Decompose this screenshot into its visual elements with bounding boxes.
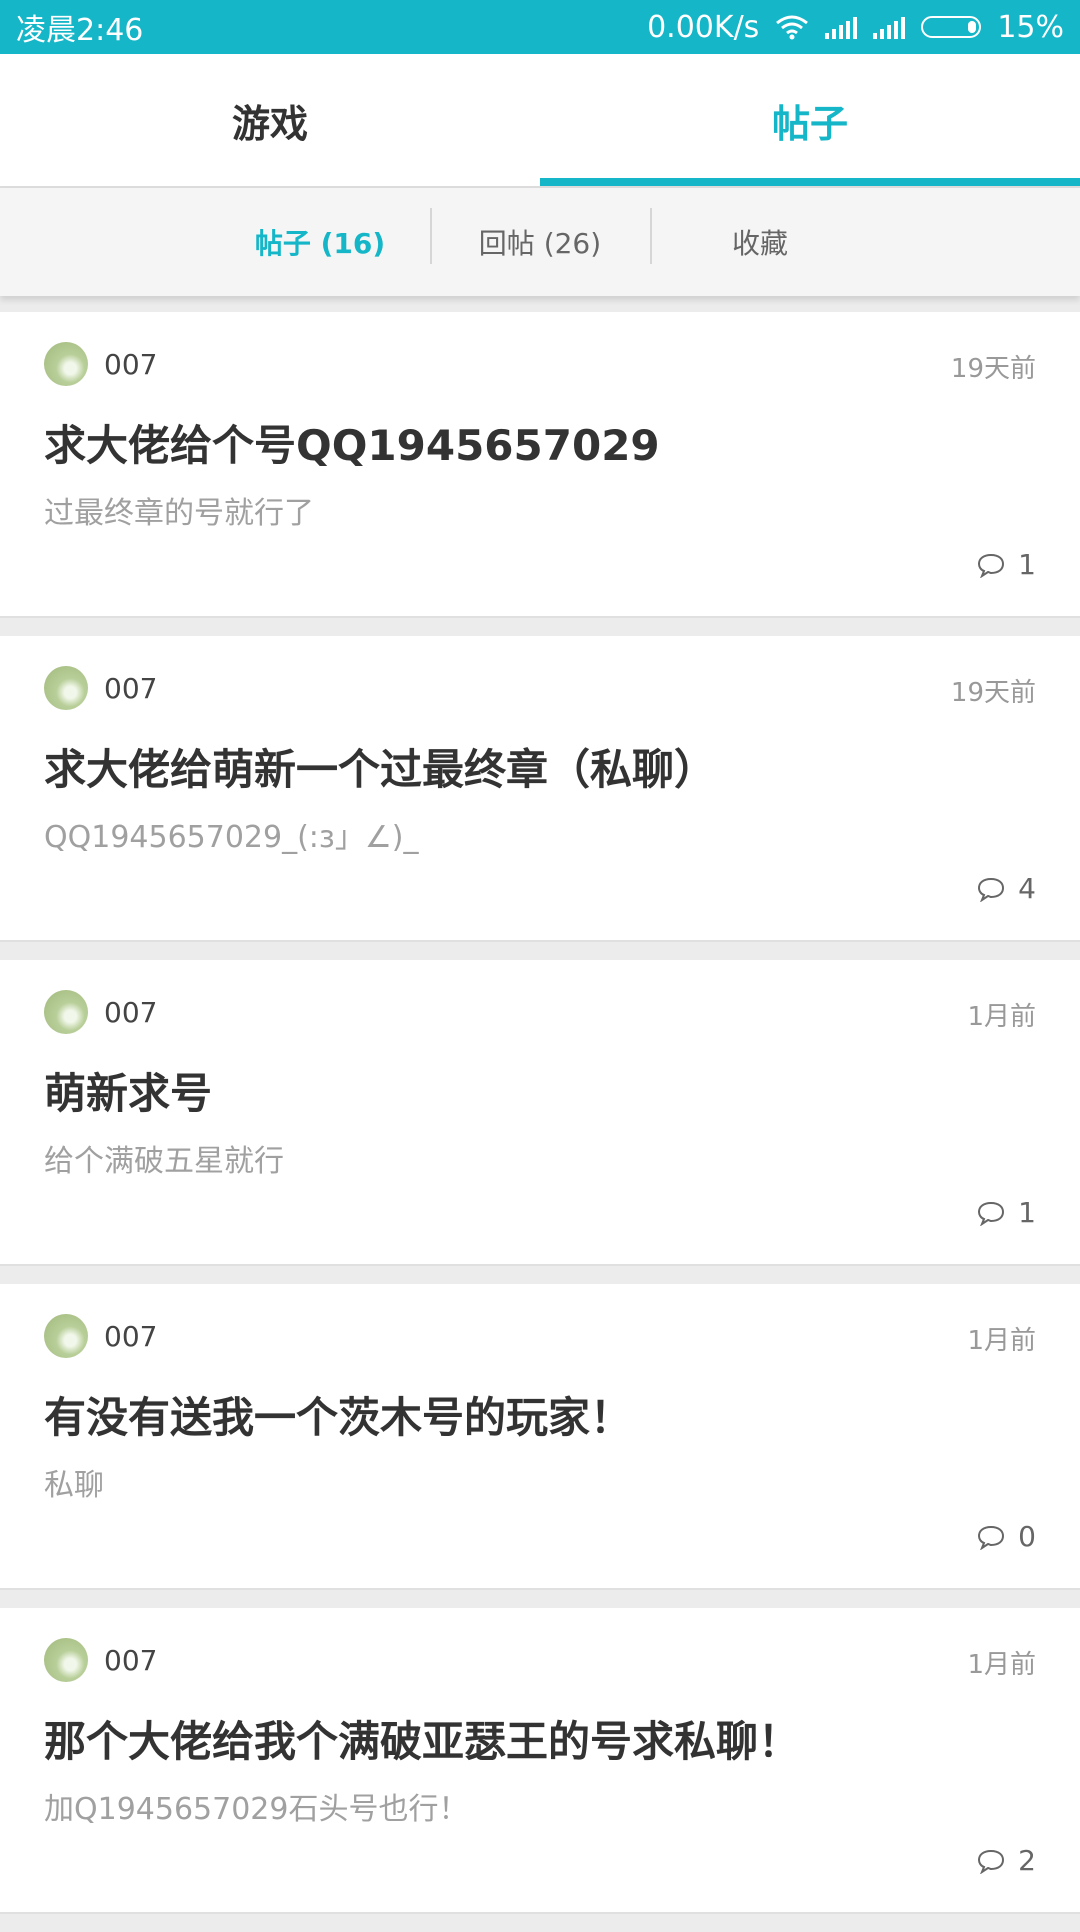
post-author: 007	[104, 672, 158, 705]
post-item[interactable]: 007 1月前 萌新求号 给个满破五星就行 1	[0, 960, 1080, 1266]
post-item[interactable]: 007 1月前 那个大佬给我个满破亚瑟王的号求私聊！ 加Q1945657029石…	[0, 1608, 1080, 1914]
post-excerpt: 私聊	[44, 1468, 104, 1503]
avatar[interactable]	[44, 1314, 88, 1358]
avatar[interactable]	[44, 342, 88, 386]
avatar[interactable]	[44, 666, 88, 710]
status-time: 凌晨2:46	[16, 13, 144, 48]
status-bar: 凌晨2:46 0.00K/s 15%	[0, 0, 1080, 54]
post-list: 007 19天前 求大佬给个号QQ1945657029 过最终章的号就行了 1 …	[0, 312, 1080, 1932]
subtab-posts[interactable]: 帖子 (16)	[210, 222, 430, 262]
post-item[interactable]: 007 19天前 求大佬给个号QQ1945657029 过最终章的号就行了 1	[0, 312, 1080, 618]
post-time: 1月前	[967, 1002, 1036, 1032]
post-author: 007	[104, 348, 158, 381]
comment-icon	[978, 1201, 1005, 1226]
post-item[interactable]: 007 19天前 求大佬给萌新一个过最终章（私聊） QQ1945657029_(…	[0, 636, 1080, 942]
post-excerpt: QQ1945657029_(:з」∠)_	[44, 820, 419, 855]
wifi-icon	[776, 15, 809, 40]
post-author: 007	[104, 1644, 158, 1677]
post-time: 1月前	[967, 1326, 1036, 1356]
post-time: 19天前	[950, 678, 1036, 708]
comment-icon	[978, 1849, 1005, 1874]
post-excerpt: 过最终章的号就行了	[44, 496, 314, 531]
post-title: 有没有送我一个茨木号的玩家！	[44, 1393, 633, 1442]
comment-count: 4	[976, 872, 1036, 905]
status-indicators: 0.00K/s 15%	[647, 10, 1064, 45]
post-title: 求大佬给个号QQ1945657029	[44, 421, 660, 470]
post-excerpt: 给个满破五星就行	[44, 1144, 284, 1179]
comment-icon	[978, 877, 1005, 902]
tab-posts[interactable]: 帖子	[540, 54, 1080, 186]
subtab-replies[interactable]: 回帖 (26)	[430, 208, 650, 264]
post-title: 求大佬给萌新一个过最终章（私聊）	[44, 745, 717, 794]
comment-icon	[978, 1525, 1005, 1550]
post-title: 萌新求号	[44, 1069, 213, 1118]
post-author: 007	[104, 1320, 158, 1353]
comment-icon	[978, 553, 1005, 578]
post-author: 007	[104, 996, 158, 1029]
comment-count: 1	[976, 1196, 1036, 1229]
post-item[interactable]: 007 1月前 有没有送我一个茨木号的玩家！ 私聊 0	[0, 1284, 1080, 1590]
avatar[interactable]	[44, 990, 88, 1034]
subtab-favorites[interactable]: 收藏	[650, 208, 870, 264]
comment-count: 1	[976, 548, 1036, 581]
tab-games[interactable]: 游戏	[0, 54, 540, 186]
post-title: 那个大佬给我个满破亚瑟王的号求私聊！	[44, 1717, 801, 1766]
comment-count: 0	[976, 1520, 1036, 1553]
sub-tabs: 帖子 (16) 回帖 (26) 收藏	[0, 188, 1080, 296]
post-time: 1月前	[967, 1650, 1036, 1680]
signal-icon	[825, 15, 858, 39]
battery-icon	[921, 16, 982, 38]
comment-count: 2	[976, 1844, 1036, 1877]
avatar[interactable]	[44, 1638, 88, 1682]
battery-percent: 15%	[997, 9, 1064, 45]
top-tabs: 游戏 帖子	[0, 54, 1080, 188]
net-speed: 0.00K/s	[647, 9, 760, 45]
signal-icon	[873, 15, 906, 39]
post-excerpt: 加Q1945657029石头号也行！	[44, 1792, 469, 1827]
post-time: 19天前	[950, 354, 1036, 384]
